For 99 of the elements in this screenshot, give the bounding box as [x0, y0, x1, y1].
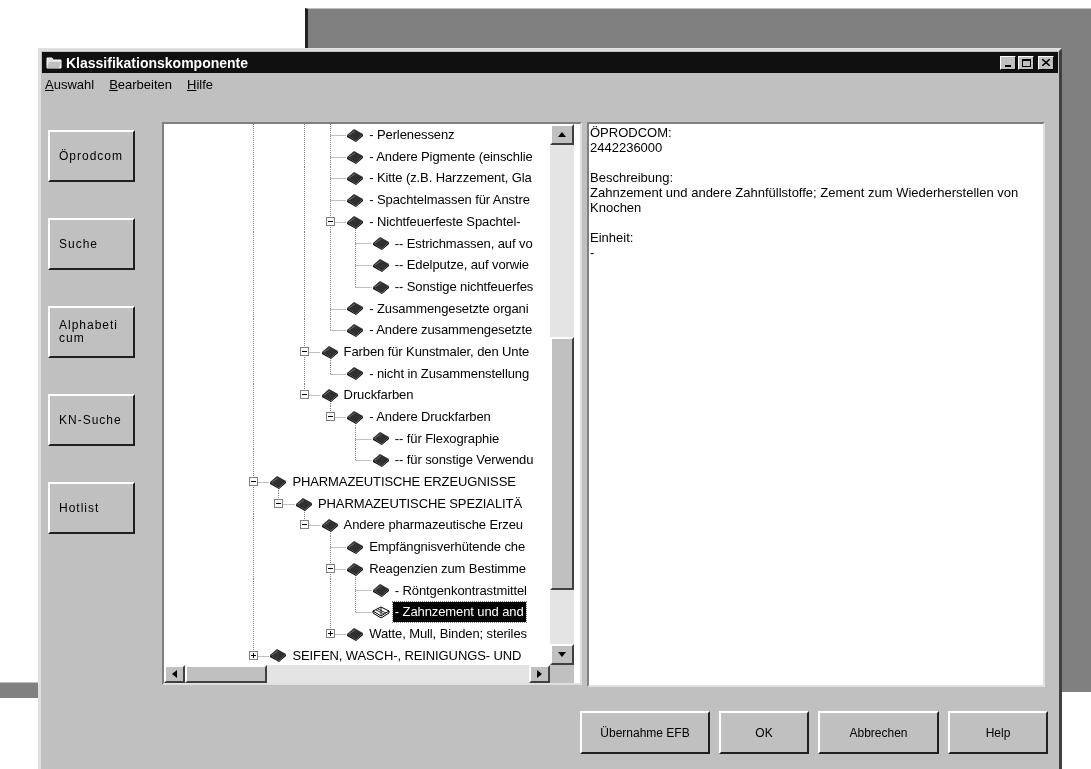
book-icon — [346, 561, 365, 576]
book-icon — [320, 518, 339, 533]
maximize-button[interactable] — [1018, 55, 1034, 70]
tree-item[interactable]: - nicht in Zusammenstellung — [367, 363, 532, 384]
dialog-button[interactable]: Übernahme EFB — [580, 711, 710, 754]
collapse-icon[interactable] — [300, 520, 309, 530]
expand-icon[interactable] — [326, 628, 335, 638]
collapse-icon[interactable] — [274, 498, 283, 508]
tree-item[interactable]: Reagenzien zum Bestimme — [367, 558, 528, 579]
book-icon — [346, 149, 365, 164]
book-icon — [320, 344, 339, 359]
field-label: Einheit: — [590, 230, 635, 245]
side-button[interactable]: Suche — [48, 218, 135, 270]
tree-item[interactable]: - Andere Pigmente (einschlie — [367, 146, 535, 167]
book-icon — [346, 301, 365, 316]
tree-item[interactable]: PHARMAZEUTISCHE SPEZIALITÄ — [316, 493, 524, 514]
book-icon — [346, 409, 365, 424]
book-icon — [371, 236, 390, 251]
book-icon — [371, 583, 390, 598]
side-button[interactable]: Öprodcom — [48, 130, 135, 182]
horizontal-scrollbar[interactable] — [164, 665, 550, 683]
scroll-left-button[interactable] — [164, 665, 185, 683]
book-icon — [346, 626, 365, 641]
menu-item[interactable]: Auswahl — [45, 75, 95, 95]
tree-item[interactable]: - Andere Druckfarben — [367, 407, 493, 427]
book-icon — [371, 453, 390, 468]
book-icon — [295, 496, 313, 511]
side-button[interactable]: KN-Suche — [48, 394, 135, 446]
tree-item[interactable]: -- für Flexographie — [392, 428, 502, 449]
book-icon — [269, 474, 288, 489]
field-label: Beschreibung: — [590, 170, 675, 185]
tree-item[interactable]: Farben für Kunstmaler, den Unte — [341, 341, 532, 362]
field-label: ÖPRODCOM: — [590, 125, 673, 140]
side-button[interactable]: Hotlist — [48, 482, 135, 534]
tree-item[interactable]: -- Sonstige nichtfeuerfes — [392, 276, 536, 297]
tree-item[interactable]: - Röntgenkontrastmittel — [392, 580, 529, 601]
book-icon — [346, 127, 365, 142]
field-value: 2442236000 — [590, 140, 664, 155]
tree-item[interactable]: -- für sonstige Verwendu — [392, 450, 536, 470]
book-icon — [346, 366, 365, 381]
menu-item[interactable]: Bearbeiten — [109, 75, 173, 95]
menu-item[interactable]: Hilfe — [187, 75, 214, 95]
expand-icon[interactable] — [249, 650, 258, 660]
dialog-button[interactable]: Abbrechen — [818, 711, 939, 754]
scroll-up-button[interactable] — [550, 124, 574, 145]
scroll-down-button[interactable] — [550, 644, 574, 665]
scroll-thumb[interactable] — [550, 337, 574, 590]
scrollbar-corner — [550, 665, 574, 683]
left-arrow-icon — [172, 670, 177, 678]
collapse-icon[interactable] — [326, 411, 335, 421]
tree-item[interactable]: - Perlenessenz — [367, 125, 457, 145]
scroll-thumb[interactable] — [185, 665, 267, 683]
dialog-button[interactable]: OK — [719, 711, 809, 754]
book-icon — [346, 214, 365, 229]
side-button[interactable]: Alphabeticum — [48, 306, 135, 358]
book-icon — [346, 323, 365, 338]
book-icon — [320, 388, 339, 403]
open-book-icon — [371, 604, 390, 619]
close-icon — [1042, 59, 1050, 66]
tree-item[interactable]: -- Estrichmassen, auf vo — [392, 233, 535, 254]
tree-item[interactable]: Druckfarben — [341, 385, 416, 405]
tree-item[interactable]: Watte, Mull, Binden; steriles — [367, 623, 529, 644]
scroll-right-button[interactable] — [529, 665, 550, 683]
collapse-icon[interactable] — [326, 216, 335, 226]
book-icon — [346, 539, 365, 554]
tree-item[interactable]: Andere pharmazeutische Erzeu — [341, 515, 525, 535]
book-icon — [371, 257, 390, 272]
book-icon — [371, 431, 390, 446]
window-title: Klassifikationskomponente — [66, 55, 249, 70]
tree-item[interactable]: - Spachtelmassen für Anstre — [367, 190, 532, 210]
tree-item[interactable]: - Nichtfeuerfeste Spachtel- — [367, 211, 523, 232]
minimize-icon — [1005, 64, 1011, 67]
book-icon — [269, 648, 288, 663]
folder-icon — [46, 56, 62, 69]
down-arrow-icon — [558, 652, 566, 657]
tree-item[interactable]: SEIFEN, WASCH-, REINIGUNGS- UND — [290, 645, 524, 665]
maximize-icon — [1021, 58, 1031, 67]
tree-item[interactable]: - Zahnzement und and — [392, 602, 526, 622]
book-icon — [346, 171, 365, 186]
vertical-scrollbar[interactable] — [550, 124, 574, 665]
tree-item[interactable]: - Zusammengesetzte organi — [367, 298, 531, 319]
close-button[interactable] — [1038, 55, 1054, 70]
dialog-button[interactable]: Help — [948, 711, 1048, 754]
tree-item[interactable]: -- Edelputze, auf vorwie — [392, 255, 531, 275]
field-value: Zahnzement und andere Zahnfüllstoffe; Zement zum Wiederherstellen von Knochen — [590, 185, 1020, 215]
collapse-icon[interactable] — [300, 390, 309, 400]
book-icon — [346, 192, 365, 207]
tree-item[interactable]: PHARMAZEUTISCHE ERZEUGNISSE — [290, 472, 518, 492]
right-arrow-icon — [537, 670, 542, 678]
collapse-icon[interactable] — [300, 346, 309, 356]
tree-item[interactable]: Empfängnisverhütende che — [367, 537, 528, 557]
tree-item[interactable]: - Kitte (z.B. Harzzement, Gla — [367, 168, 534, 188]
minimize-button[interactable] — [1000, 55, 1016, 70]
field-value: - — [590, 245, 596, 260]
collapse-icon[interactable] — [249, 477, 258, 486]
collapse-icon[interactable] — [326, 563, 335, 573]
up-arrow-icon — [558, 132, 566, 137]
book-icon — [371, 279, 390, 294]
tree-item[interactable]: - Andere zusammengesetzte — [367, 320, 535, 340]
